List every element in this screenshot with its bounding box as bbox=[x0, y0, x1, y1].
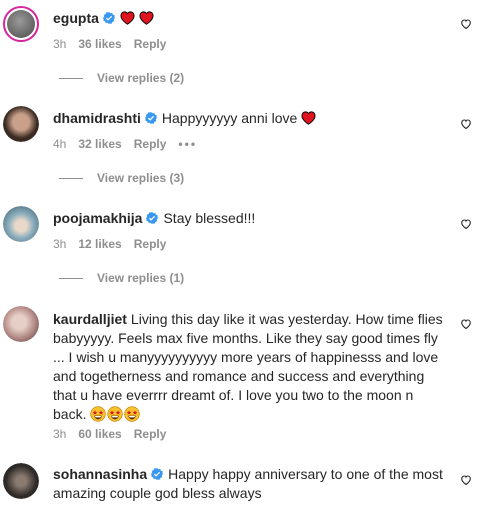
likes-count[interactable]: 12 likes bbox=[78, 237, 121, 251]
like-heart-icon[interactable] bbox=[460, 218, 472, 230]
likes-count[interactable]: 36 likes bbox=[78, 37, 121, 51]
star-struck-emoji bbox=[107, 406, 123, 422]
timestamp: 3h bbox=[53, 37, 67, 51]
avatar-image bbox=[3, 206, 39, 242]
reply-button[interactable]: Reply bbox=[134, 237, 167, 251]
username[interactable]: poojamakhija bbox=[53, 210, 142, 226]
view-replies-button[interactable]: View replies (3) bbox=[59, 171, 184, 185]
username[interactable]: sohannasinha bbox=[53, 466, 147, 482]
like-heart-icon[interactable] bbox=[460, 318, 472, 330]
like-heart-icon[interactable] bbox=[460, 118, 472, 130]
view-replies-button[interactable]: View replies (2) bbox=[59, 71, 184, 85]
view-replies-label: View replies (3) bbox=[97, 171, 185, 185]
divider-line bbox=[59, 77, 83, 79]
view-replies-label: View replies (1) bbox=[97, 271, 185, 285]
verified-badge-icon bbox=[103, 12, 115, 24]
avatar-image bbox=[3, 463, 39, 499]
view-replies-button[interactable]: View replies (1) bbox=[59, 271, 184, 285]
timestamp: 3h bbox=[53, 427, 67, 441]
avatar-image bbox=[3, 306, 39, 342]
verified-badge-icon bbox=[151, 468, 163, 480]
avatar[interactable] bbox=[3, 106, 39, 142]
username[interactable]: egupta bbox=[53, 10, 99, 26]
comment-body: sohannasinha Happy happy anniversary to o… bbox=[53, 465, 448, 503]
avatar[interactable] bbox=[3, 6, 39, 42]
username[interactable]: kaurdalljiet bbox=[53, 311, 127, 327]
timestamp: 3h bbox=[53, 237, 67, 251]
verified-badge-icon bbox=[145, 112, 157, 124]
comment-text: Happyyyyyy anni love bbox=[161, 110, 298, 126]
verified-badge-icon bbox=[146, 212, 158, 224]
red-heart-emoji bbox=[139, 11, 154, 25]
comment-meta: 3h 60 likes Reply bbox=[53, 427, 178, 441]
comment-meta: 3h 36 likes Reply bbox=[53, 37, 178, 51]
likes-count[interactable]: 32 likes bbox=[78, 137, 121, 151]
view-replies-label: View replies (2) bbox=[97, 71, 185, 85]
timestamp: 4h bbox=[53, 137, 67, 151]
comment-body: kaurdalljiet Living this day like it was … bbox=[53, 310, 448, 424]
like-heart-icon[interactable] bbox=[460, 18, 472, 30]
comment-meta: 3h 12 likes Reply bbox=[53, 237, 178, 251]
comment-body: egupta bbox=[53, 9, 448, 28]
star-struck-emoji bbox=[124, 406, 140, 422]
reply-button[interactable]: Reply bbox=[134, 427, 167, 441]
comment-text: Stay blessed!!! bbox=[163, 210, 256, 226]
star-struck-emoji bbox=[90, 406, 106, 422]
more-options-icon[interactable]: ••• bbox=[178, 137, 197, 151]
divider-line bbox=[59, 177, 83, 179]
divider-line bbox=[59, 277, 83, 279]
red-heart-emoji bbox=[301, 111, 316, 125]
reply-button[interactable]: Reply bbox=[134, 137, 167, 151]
avatar[interactable] bbox=[3, 206, 39, 242]
comment-meta: 4h 32 likes Reply ••• bbox=[53, 137, 209, 151]
avatar[interactable] bbox=[3, 306, 39, 342]
username[interactable]: dhamidrashti bbox=[53, 110, 141, 126]
comment-body: dhamidrashti Happyyyyyy anni love bbox=[53, 109, 448, 128]
avatar-image bbox=[3, 106, 39, 142]
like-heart-icon[interactable] bbox=[460, 474, 472, 486]
likes-count[interactable]: 60 likes bbox=[78, 427, 121, 441]
red-heart-emoji bbox=[120, 11, 135, 25]
avatar-image bbox=[7, 10, 35, 38]
reply-button[interactable]: Reply bbox=[134, 37, 167, 51]
avatar[interactable] bbox=[3, 463, 39, 499]
comment-body: poojamakhija Stay blessed!!! bbox=[53, 209, 448, 228]
